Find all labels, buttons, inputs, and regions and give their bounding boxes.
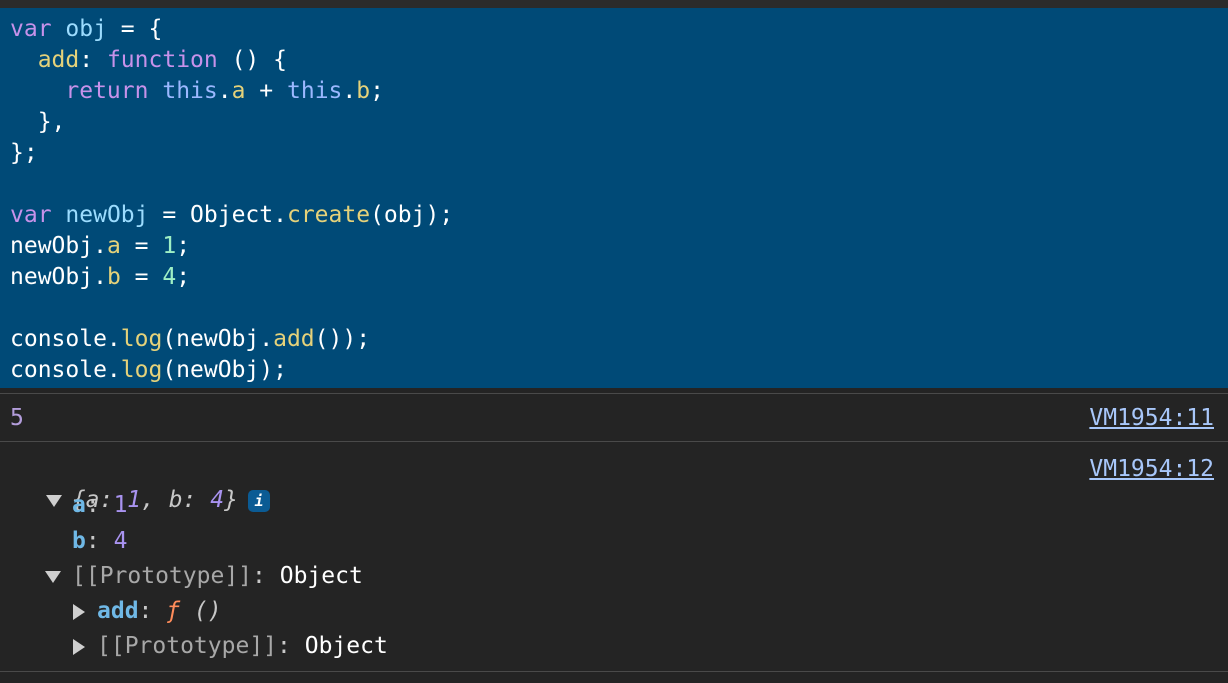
keyword: var <box>10 202 52 228</box>
object-summary-row[interactable]: {a: 1, b: 4} i <box>18 454 270 513</box>
function-name: add <box>273 326 315 352</box>
property-name: a <box>231 78 246 104</box>
summary-separator: , <box>140 487 169 513</box>
method-row-add[interactable]: add: ƒ () <box>73 596 222 627</box>
code-text: + <box>245 78 287 104</box>
source-link-vm1954-12[interactable]: VM1954:12 <box>1089 454 1214 485</box>
code-text: . <box>342 78 357 104</box>
property-key: b <box>72 528 86 554</box>
nested-prototype-row[interactable]: [[Prototype]]: Object <box>73 631 388 662</box>
expand-triangle-icon[interactable] <box>73 603 85 620</box>
property-row-a[interactable]: a: 1 <box>72 490 127 521</box>
property-key: a <box>72 492 86 518</box>
code-line-2: add: function () { <box>10 45 287 76</box>
code-text: newObj. <box>10 233 107 259</box>
code-line-9: newObj.b = 4; <box>10 262 190 293</box>
keyword-this: this <box>287 78 343 104</box>
keyword: return <box>65 78 149 104</box>
code-text: (newObj. <box>162 326 274 352</box>
code-text: (obj); <box>370 202 454 228</box>
code-text: = <box>120 233 163 259</box>
console-divider <box>0 393 1228 394</box>
code-text: = { <box>106 16 163 42</box>
summary-value: 4 <box>210 487 225 513</box>
keyword: function <box>106 47 218 73</box>
property-name: a <box>106 233 121 259</box>
expand-triangle-icon[interactable] <box>45 570 61 583</box>
code-text: ; <box>370 78 384 104</box>
summary-separator: : <box>182 487 211 513</box>
code-line-12: console.log(newObj); <box>10 355 287 386</box>
property-separator: : <box>252 563 280 589</box>
number-literal: 1 <box>162 233 177 259</box>
property-separator: : <box>85 492 114 518</box>
function-name: log <box>120 357 163 383</box>
code-text: () { <box>217 47 287 73</box>
function-signature: () <box>180 598 222 624</box>
expand-triangle-icon[interactable] <box>45 494 62 507</box>
number-literal: 4 <box>162 264 177 290</box>
top-bar <box>0 0 1228 8</box>
prototype-value: Object <box>304 633 388 659</box>
code-line-11: console.log(newObj.add()); <box>10 324 370 355</box>
code-text: newObj. <box>10 264 107 290</box>
code-line-8: newObj.a = 1; <box>10 231 190 262</box>
code-line-3: return this.a + this.b; <box>10 76 384 107</box>
code-text: (newObj); <box>162 357 287 383</box>
code-line-7: var newObj = Object.create(obj); <box>10 200 453 231</box>
console-divider <box>0 671 1228 672</box>
prototype-label: [[Prototype]] <box>72 563 253 589</box>
prototype-value: Object <box>279 563 363 589</box>
function-name: create <box>286 202 371 228</box>
code-text: console. <box>10 326 121 352</box>
code-text: = <box>120 264 163 290</box>
code-text: = Object. <box>148 202 287 228</box>
result-value[interactable]: 5 <box>10 403 24 434</box>
code-text: ; <box>176 264 191 290</box>
property-key: add <box>97 598 139 624</box>
function-name: log <box>120 326 163 352</box>
summary-key: b <box>168 487 183 513</box>
variable-name: newObj <box>65 202 149 228</box>
code-text: ; <box>176 233 191 259</box>
code-line-4: }, <box>10 107 66 138</box>
property-separator: : <box>277 633 305 659</box>
prototype-label: [[Prototype]] <box>97 633 278 659</box>
code-text: console. <box>10 357 121 383</box>
property-name: b <box>106 264 121 290</box>
keyword: var <box>10 16 52 42</box>
code-text: . <box>217 78 232 104</box>
function-f-icon: ƒ <box>166 598 181 624</box>
info-icon[interactable]: i <box>247 489 270 512</box>
prototype-row[interactable]: [[Prototype]]: Object <box>45 561 363 592</box>
source-link-vm1954-11[interactable]: VM1954:11 <box>1089 403 1214 434</box>
selected-code-block[interactable]: var obj = { add: function () { return th… <box>0 8 1228 388</box>
code-line-1: var obj = { <box>10 14 162 45</box>
code-text: }; <box>10 140 38 166</box>
code-line-5: }; <box>10 138 38 169</box>
keyword-this: this <box>162 78 218 104</box>
property-name: b <box>356 78 371 104</box>
code-text: ()); <box>314 326 371 352</box>
property-separator: : <box>138 598 167 624</box>
variable-name: obj <box>65 16 107 42</box>
code-text: : <box>79 47 107 73</box>
expand-triangle-icon[interactable] <box>73 638 85 655</box>
property-row-b[interactable]: b: 4 <box>72 526 127 557</box>
console-divider <box>0 441 1228 442</box>
property-separator: : <box>85 528 114 554</box>
property-value: 4 <box>113 528 128 554</box>
property-key: add <box>37 47 80 73</box>
code-text: }, <box>37 109 66 135</box>
summary-value: 1 <box>127 487 141 513</box>
object-brace: } <box>224 487 238 513</box>
property-value: 1 <box>113 492 128 518</box>
